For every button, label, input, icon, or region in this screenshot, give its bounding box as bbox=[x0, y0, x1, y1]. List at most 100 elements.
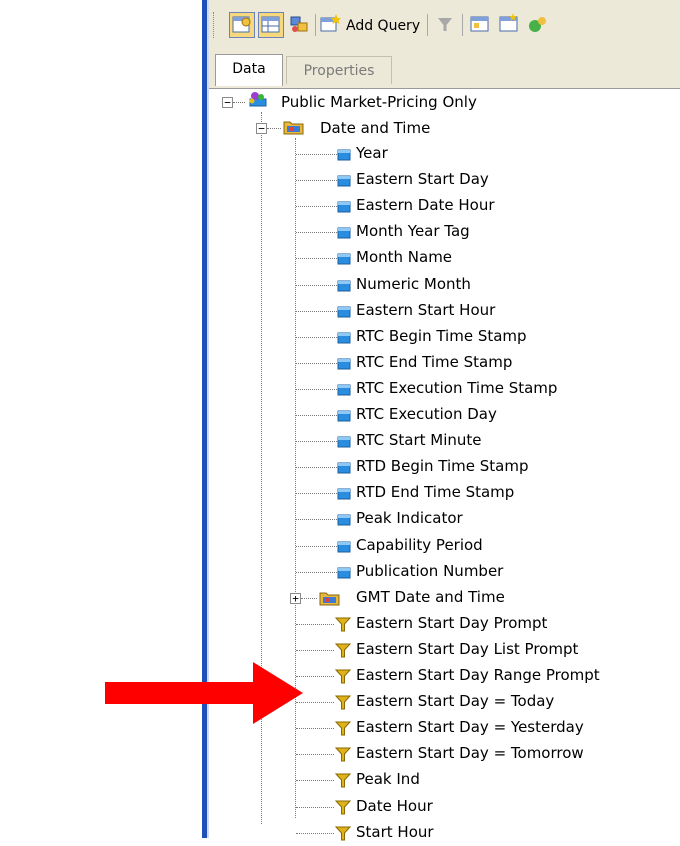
tree-field-item[interactable]: RTC End Time Stamp bbox=[356, 353, 512, 371]
tree-connector bbox=[301, 598, 317, 599]
folder-icon bbox=[319, 589, 341, 607]
filter-button[interactable] bbox=[433, 12, 459, 38]
tree-connector bbox=[296, 807, 334, 808]
tree-field-item[interactable]: Month Name bbox=[356, 248, 452, 266]
red-arrow-annotation bbox=[105, 662, 303, 724]
tree-connector bbox=[296, 546, 337, 547]
tree-field-item[interactable]: RTC Begin Time Stamp bbox=[356, 327, 527, 345]
tree-filter-item[interactable]: Eastern Start Day = Tomorrow bbox=[356, 744, 584, 762]
tree-filter-item[interactable]: Peak Ind bbox=[356, 770, 420, 788]
tree-connector bbox=[296, 154, 337, 155]
tree-connector bbox=[296, 833, 334, 834]
tree-field-item[interactable]: Peak Indicator bbox=[356, 509, 463, 527]
tree-connector bbox=[296, 363, 337, 364]
field-icon bbox=[337, 565, 351, 579]
properties-icon bbox=[499, 13, 518, 32]
tree-connector bbox=[296, 337, 337, 338]
folder-icon bbox=[283, 121, 304, 135]
collapse-root-button[interactable]: − bbox=[222, 97, 233, 108]
field-icon bbox=[337, 225, 351, 239]
tree-connector bbox=[296, 519, 337, 520]
field-icon bbox=[337, 512, 351, 526]
tree-filter-item[interactable]: Date Hour bbox=[356, 797, 433, 815]
field-icon bbox=[337, 330, 351, 344]
data-view-icon bbox=[232, 16, 251, 33]
tab-properties[interactable]: Properties bbox=[286, 56, 392, 84]
tree-filter-item[interactable]: Eastern Start Day Range Prompt bbox=[356, 666, 600, 684]
tree-filter-item[interactable]: Start Hour bbox=[356, 823, 434, 841]
tree-connector bbox=[296, 624, 334, 625]
tree-connector bbox=[296, 467, 337, 468]
layout-button[interactable] bbox=[468, 12, 494, 38]
field-icon bbox=[337, 304, 351, 318]
field-icon bbox=[337, 382, 351, 396]
field-icon bbox=[337, 199, 351, 213]
tree-field-item[interactable]: Numeric Month bbox=[356, 275, 471, 293]
field-icon bbox=[337, 278, 351, 292]
connect-icon bbox=[529, 17, 546, 32]
tree-field-item[interactable]: RTC Execution Time Stamp bbox=[356, 379, 557, 397]
tree-connector bbox=[296, 311, 337, 312]
toolbar-separator bbox=[462, 14, 463, 36]
tree-connector bbox=[296, 441, 337, 442]
add-query-icon-button[interactable] bbox=[318, 12, 344, 38]
filter-icon bbox=[334, 798, 352, 816]
hierarchy-button[interactable] bbox=[287, 12, 313, 38]
connect-button[interactable] bbox=[525, 12, 551, 38]
tree-connector bbox=[296, 754, 334, 755]
folder-date-time-label[interactable]: Date and Time bbox=[320, 119, 430, 137]
tree-connector bbox=[296, 258, 337, 259]
layout-icon bbox=[470, 16, 489, 32]
filter-icon bbox=[334, 615, 352, 633]
data-view-button[interactable] bbox=[229, 12, 255, 38]
filter-icon bbox=[334, 641, 352, 659]
tree-connector bbox=[296, 285, 337, 286]
filter-icon bbox=[334, 771, 352, 789]
field-icon bbox=[337, 147, 351, 161]
tree-connector bbox=[267, 128, 281, 129]
collapse-date-time-button[interactable]: − bbox=[256, 123, 267, 134]
toolbar-separator bbox=[427, 14, 428, 36]
tree-field-item[interactable]: Eastern Date Hour bbox=[356, 196, 495, 214]
table-view-button[interactable] bbox=[258, 12, 284, 38]
tree-root-label[interactable]: Public Market-Pricing Only bbox=[281, 93, 477, 111]
toolbar-grip[interactable] bbox=[213, 12, 217, 38]
tree-connector bbox=[296, 780, 334, 781]
tree-field-item[interactable]: Eastern Start Day bbox=[356, 170, 489, 188]
field-icon bbox=[337, 173, 351, 187]
tree-filter-item[interactable]: Eastern Start Day = Today bbox=[356, 692, 554, 710]
tab-data[interactable]: Data bbox=[215, 54, 283, 86]
tree-field-item[interactable]: Year bbox=[356, 144, 388, 162]
expand-gmt-button[interactable]: + bbox=[290, 593, 301, 604]
filter-icon bbox=[334, 719, 352, 737]
tree-connector bbox=[296, 206, 337, 207]
tree-connector bbox=[296, 415, 337, 416]
tree-filter-item[interactable]: Eastern Start Day List Prompt bbox=[356, 640, 578, 658]
tree-filter-item[interactable]: Eastern Start Day Prompt bbox=[356, 614, 547, 632]
filter-icon bbox=[334, 667, 352, 685]
tree-field-item[interactable]: Eastern Start Hour bbox=[356, 301, 495, 319]
tree-field-item[interactable]: RTC Execution Day bbox=[356, 405, 497, 423]
tree-connector bbox=[233, 102, 245, 103]
tree-field-item[interactable]: RTD End Time Stamp bbox=[356, 483, 514, 501]
tree-field-item[interactable]: RTD Begin Time Stamp bbox=[356, 457, 529, 475]
folder-gmt-label[interactable]: GMT Date and Time bbox=[356, 588, 505, 606]
toolbar-separator bbox=[315, 14, 316, 36]
add-query-button[interactable]: Add Query bbox=[346, 18, 420, 34]
field-icon bbox=[337, 251, 351, 265]
properties-button[interactable] bbox=[497, 12, 523, 38]
filter-icon bbox=[334, 824, 352, 842]
hierarchy-icon bbox=[290, 16, 308, 32]
filter-icon bbox=[334, 745, 352, 763]
tree-field-item[interactable]: Publication Number bbox=[356, 562, 503, 580]
tree-connector bbox=[296, 180, 337, 181]
tree-connector bbox=[296, 232, 337, 233]
tree-connector bbox=[296, 572, 337, 573]
tree-connector bbox=[296, 493, 337, 494]
field-icon bbox=[337, 539, 351, 553]
tree-filter-item[interactable]: Eastern Start Day = Yesterday bbox=[356, 718, 584, 736]
field-icon bbox=[337, 434, 351, 448]
tree-field-item[interactable]: Month Year Tag bbox=[356, 222, 470, 240]
tree-field-item[interactable]: Capability Period bbox=[356, 536, 483, 554]
tree-field-item[interactable]: RTC Start Minute bbox=[356, 431, 482, 449]
